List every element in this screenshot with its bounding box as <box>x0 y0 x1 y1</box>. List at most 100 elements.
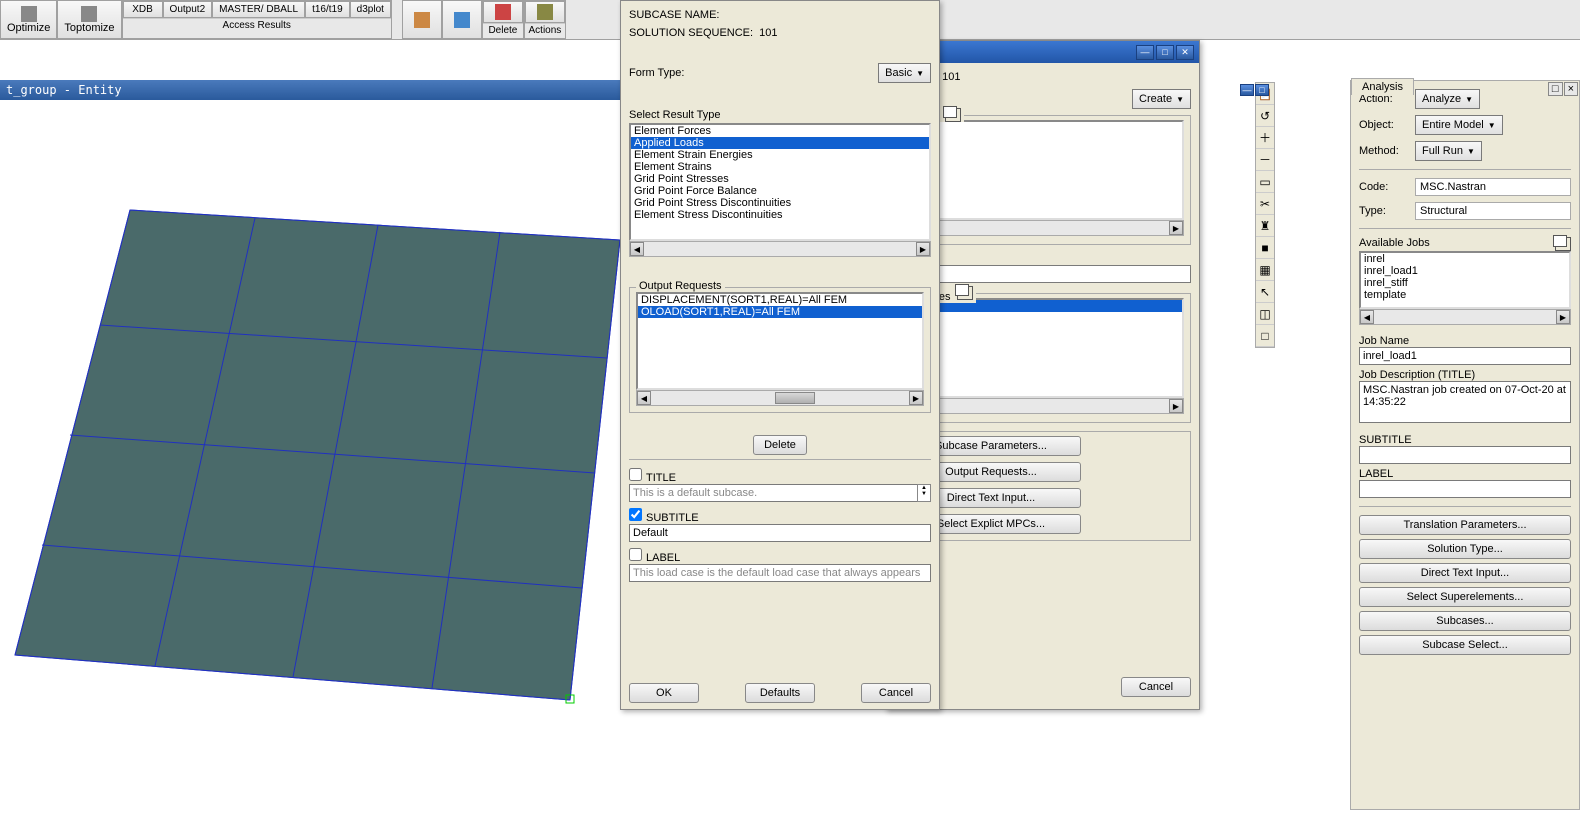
analysis-subtitle-input[interactable] <box>1359 446 1571 464</box>
list-item[interactable]: Grid Point Stress Discontinuities <box>631 197 929 209</box>
form-type-select[interactable]: Basic <box>878 63 931 83</box>
delete-output-button[interactable]: Delete <box>753 435 807 455</box>
analysis-label-input[interactable] <box>1359 480 1571 498</box>
create-select[interactable]: Create <box>1132 89 1191 109</box>
output-requests-listbox[interactable]: DISPLACEMENT(SORT1,REAL)=All FEMOLOAD(SO… <box>636 292 924 390</box>
output2-button[interactable]: Output2 <box>163 1 213 18</box>
form-type-label: Form Type: <box>629 67 684 79</box>
tool-icon-1[interactable] <box>402 0 442 39</box>
load-cases-listbox[interactable] <box>901 298 1184 398</box>
toptomize-button[interactable]: Toptomize <box>57 0 121 39</box>
subtitle-input[interactable] <box>629 524 931 542</box>
subcases-cancel-button[interactable]: Cancel <box>1121 677 1191 697</box>
viewport: t_group - Entity <box>0 80 620 760</box>
copy-icon[interactable] <box>945 108 961 122</box>
list-item[interactable]: Grid Point Force Balance <box>631 185 929 197</box>
xdb-button[interactable]: XDB <box>123 1 163 18</box>
job-desc-input[interactable]: MSC.Nastran job created on 07-Oct-20 at … <box>1359 381 1571 423</box>
method-select[interactable]: Full Run <box>1415 141 1482 161</box>
inner-minimize-icon[interactable]: — <box>1240 84 1254 96</box>
subtitle-checkbox[interactable] <box>629 508 642 521</box>
list-item[interactable]: template <box>1361 289 1569 301</box>
jobs-copy-icon[interactable] <box>1555 237 1571 251</box>
list-item[interactable]: Grid Point Stresses <box>631 173 929 185</box>
loadcases-hscroll[interactable]: ◀▶ <box>901 398 1184 414</box>
list-item[interactable]: OLOAD(SORT1,REAL)=All FEM <box>638 306 922 318</box>
result-hscroll[interactable]: ◀▶ <box>629 241 931 257</box>
list-item[interactable]: Element Stress Discontinuities <box>631 209 929 221</box>
list-item[interactable]: DISPLACEMENT(SORT1,REAL)=All FEM <box>638 294 922 306</box>
job-name-input[interactable] <box>1359 347 1571 365</box>
tools-icon[interactable]: ✂ <box>1256 193 1274 215</box>
defaults-button[interactable]: Defaults <box>745 683 815 703</box>
close-icon[interactable]: ✕ <box>1176 45 1194 60</box>
minimize-icon[interactable]: — <box>1136 45 1154 60</box>
maximize-icon[interactable]: □ <box>1156 45 1174 60</box>
jobs-hscroll[interactable]: ◀▶ <box>1359 309 1571 325</box>
inner-maximize-icon[interactable]: □ <box>1255 84 1269 96</box>
label-checkbox-label[interactable]: LABEL <box>629 552 680 564</box>
rotate-icon[interactable]: ↺ <box>1256 105 1274 127</box>
wire-icon[interactable]: ▦ <box>1256 259 1274 281</box>
d3plot-button[interactable]: d3plot <box>350 1 391 18</box>
list-item[interactable]: Element Strains <box>631 161 929 173</box>
list-item[interactable]: inrel <box>1361 253 1569 265</box>
subtitle-checkbox-label[interactable]: SUBTITLE <box>629 512 699 524</box>
title-checkbox-label[interactable]: TITLE <box>629 472 676 484</box>
box-icon[interactable]: □ <box>1256 325 1274 347</box>
available-jobs-listbox[interactable]: inrelinrel_load1inrel_stifftemplate <box>1359 251 1571 309</box>
subcase-name-label: SUBCASE NAME: <box>629 9 749 21</box>
shade-icon[interactable]: ■ <box>1256 237 1274 259</box>
delete-label: Delete <box>483 23 523 37</box>
select-superelements-button[interactable]: Select Superelements... <box>1359 587 1571 607</box>
action-select[interactable]: Analyze <box>1415 89 1480 109</box>
optimize-button[interactable]: Optimize <box>0 0 57 39</box>
ok-button[interactable]: OK <box>629 683 699 703</box>
actions-icon-button[interactable] <box>525 1 565 23</box>
job-desc-label: Job Description (TITLE) <box>1359 369 1571 381</box>
label-checkbox[interactable] <box>629 548 642 561</box>
list-item[interactable]: Element Strain Energies <box>631 149 929 161</box>
delete-group: Delete <box>482 0 524 39</box>
code-label: Code: <box>1359 181 1409 193</box>
panel-close-icon[interactable]: × <box>1564 82 1578 96</box>
analysis-subcases-button[interactable]: Subcases... <box>1359 611 1571 631</box>
object-select[interactable]: Entire Model <box>1415 115 1503 135</box>
list-item[interactable]: Element Forces <box>631 125 929 137</box>
available-jobs-label: Available Jobs <box>1359 237 1430 251</box>
analysis-tab[interactable]: Analysis <box>1351 78 1414 95</box>
seq-value: 101 <box>942 71 960 83</box>
title-checkbox[interactable] <box>629 468 642 481</box>
fit-icon[interactable]: ▭ <box>1256 171 1274 193</box>
list-item[interactable]: Applied Loads <box>631 137 929 149</box>
subcases-hscroll[interactable]: ◀▶ <box>901 220 1184 236</box>
subcase-select-button[interactable]: Subcase Select... <box>1359 635 1571 655</box>
type-label: Type: <box>1359 205 1409 217</box>
result-type-listbox[interactable]: Element ForcesApplied LoadsElement Strai… <box>629 123 931 241</box>
translation-parameters-button[interactable]: Translation Parameters... <box>1359 515 1571 535</box>
solution-type-button[interactable]: Solution Type... <box>1359 539 1571 559</box>
panel-restore-icon[interactable]: □ <box>1548 82 1563 96</box>
analysis-subtitle-label: SUBTITLE <box>1359 434 1571 446</box>
tool-icon-2[interactable] <box>442 0 482 39</box>
copy-icon-2[interactable] <box>957 286 973 300</box>
delete-icon-button[interactable] <box>483 1 523 23</box>
access-results-label: Access Results <box>123 18 391 32</box>
t16-t19-button[interactable]: t16/t19 <box>305 1 350 18</box>
mesh-display[interactable] <box>0 100 620 780</box>
cancel-button[interactable]: Cancel <box>861 683 931 703</box>
master-dball-button[interactable]: MASTER/ DBALL <box>212 1 305 18</box>
label-input <box>629 564 931 582</box>
zoom-out-icon[interactable]: － <box>1256 149 1274 171</box>
analysis-direct-text-button[interactable]: Direct Text Input... <box>1359 563 1571 583</box>
output-hscroll[interactable]: ◀▶ <box>636 390 924 406</box>
output-requests-dialog: SUBCASE NAME: SOLUTION SEQUENCE:101 Form… <box>620 0 940 710</box>
subcases-listbox[interactable] <box>901 120 1184 220</box>
list-item[interactable]: inrel_stiff <box>1361 277 1569 289</box>
measure-icon[interactable]: ◫ <box>1256 303 1274 325</box>
tree-icon[interactable]: ♜ <box>1256 215 1274 237</box>
zoom-in-icon[interactable]: ＋ <box>1256 127 1274 149</box>
cursor-icon[interactable]: ↖ <box>1256 281 1274 303</box>
solution-sequence-label: SOLUTION SEQUENCE: <box>629 27 753 39</box>
list-item[interactable]: inrel_load1 <box>1361 265 1569 277</box>
